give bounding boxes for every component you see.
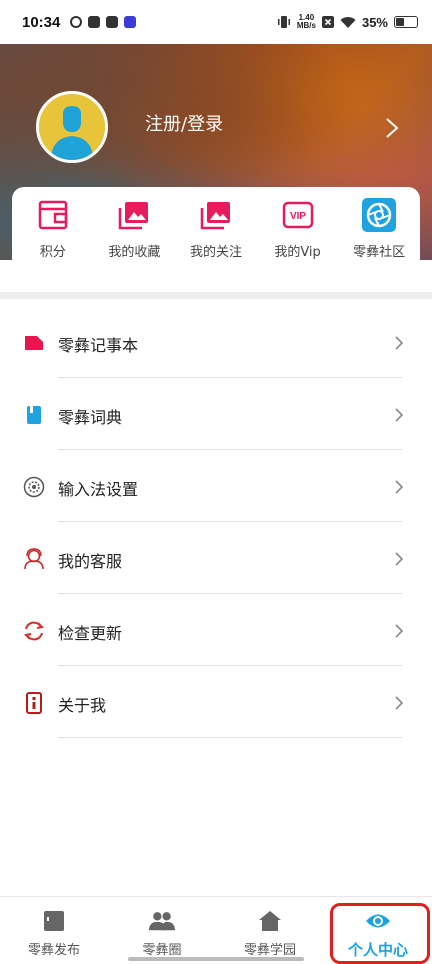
- quick-action-label: 我的Vip: [274, 245, 321, 260]
- vip-icon: VIP: [280, 197, 316, 233]
- app-badge-icon: [124, 16, 137, 28]
- nav-tab-publish[interactable]: 零彝发布: [0, 897, 108, 964]
- settings-icon: [22, 475, 46, 499]
- sync-icon: [70, 16, 83, 28]
- menu-item-notebook[interactable]: 零彝记事本: [0, 306, 432, 378]
- menu-item-label: 输入法设置: [58, 480, 139, 499]
- menu-item-customer-service[interactable]: 我的客服: [0, 522, 432, 594]
- gallery-icon: [116, 197, 152, 233]
- quick-action-label: 我的关注: [189, 245, 242, 260]
- menu-item-dictionary[interactable]: 零彝词典: [0, 378, 432, 450]
- nav-tab-circle[interactable]: 零彝圈: [108, 897, 216, 964]
- refresh-icon: [22, 619, 46, 643]
- settings-menu: 零彝记事本 零彝词典 输入法设置 我的客服 检查更新 关于我: [0, 306, 432, 738]
- info-icon: [22, 691, 46, 715]
- menu-item-input-settings[interactable]: 输入法设置: [0, 450, 432, 522]
- quick-action-label: 我的收藏: [108, 245, 161, 260]
- nav-tab-label: 个人中心: [347, 941, 408, 959]
- user-avatar-icon: [39, 94, 105, 160]
- bottom-navigation: 零彝发布 零彝圈 零彝学园 个人中心: [0, 896, 432, 964]
- chevron-right-icon: [395, 480, 404, 494]
- publish-icon: [41, 909, 67, 933]
- chevron-right-icon: [395, 552, 404, 566]
- quick-action-vip[interactable]: VIP 我的Vip: [257, 197, 339, 261]
- app-notification-icon: [106, 16, 119, 28]
- home-icon: [257, 909, 283, 933]
- vibrate-icon: [277, 16, 290, 28]
- quick-action-label: 积分: [39, 245, 66, 260]
- chevron-right-icon[interactable]: [384, 116, 400, 140]
- status-bar: 10:34 1.40 MB/s 35%: [0, 0, 432, 44]
- home-indicator[interactable]: [128, 957, 304, 961]
- quick-action-following[interactable]: 我的关注: [175, 197, 257, 261]
- battery-percent: 35%: [361, 14, 388, 30]
- notification-icons: [70, 16, 137, 28]
- menu-item-about[interactable]: 关于我: [0, 666, 432, 738]
- chevron-right-icon: [395, 336, 404, 350]
- battery-icon: [394, 16, 418, 28]
- nav-tab-label: 零彝圈: [142, 943, 182, 958]
- nav-tab-school[interactable]: 零彝学园: [216, 897, 324, 964]
- people-icon: [149, 909, 175, 933]
- dictionary-icon: [22, 403, 46, 427]
- note-icon: [22, 331, 46, 355]
- svg-text:VIP: VIP: [290, 211, 306, 222]
- menu-item-label: 我的客服: [58, 552, 123, 571]
- row-divider: [58, 737, 402, 738]
- eye-icon: [365, 909, 391, 933]
- menu-item-label: 零彝词典: [58, 408, 123, 427]
- shutter-icon: [361, 197, 397, 233]
- quick-action-community[interactable]: 零彝社区: [338, 197, 420, 261]
- chevron-right-icon: [395, 696, 404, 710]
- nav-tab-profile[interactable]: 个人中心: [324, 897, 432, 964]
- network-speed-unit: MB/s: [296, 21, 316, 30]
- login-register-link[interactable]: 注册/登录: [145, 110, 223, 136]
- quick-action-label: 零彝社区: [353, 245, 406, 260]
- menu-item-label: 零彝记事本: [58, 336, 139, 355]
- customer-service-icon: [22, 547, 46, 571]
- nav-tab-label: 零彝发布: [27, 943, 80, 958]
- quick-action-favorites[interactable]: 我的收藏: [94, 197, 176, 261]
- sim-off-icon: [321, 16, 334, 28]
- mail-icon: [88, 16, 101, 28]
- status-time: 10:34: [22, 13, 61, 31]
- network-speed: 1.40 MB/s: [297, 14, 316, 30]
- avatar[interactable]: [36, 91, 108, 163]
- wifi-icon: [340, 16, 356, 28]
- status-right: 1.40 MB/s 35%: [277, 14, 418, 30]
- quick-action-points[interactable]: 积分: [12, 197, 94, 261]
- quick-actions-card: 积分 我的收藏 我的关注 VIP 我的Vip 零彝社区: [12, 187, 420, 261]
- menu-item-label: 检查更新: [58, 624, 123, 643]
- chevron-right-icon: [395, 624, 404, 638]
- nav-tab-label: 零彝学园: [243, 943, 296, 958]
- chevron-right-icon: [395, 408, 404, 422]
- menu-item-check-update[interactable]: 检查更新: [0, 594, 432, 666]
- gallery-icon: [198, 197, 234, 233]
- wallet-icon: [35, 197, 71, 233]
- section-divider: [0, 292, 432, 299]
- menu-item-label: 关于我: [58, 696, 107, 715]
